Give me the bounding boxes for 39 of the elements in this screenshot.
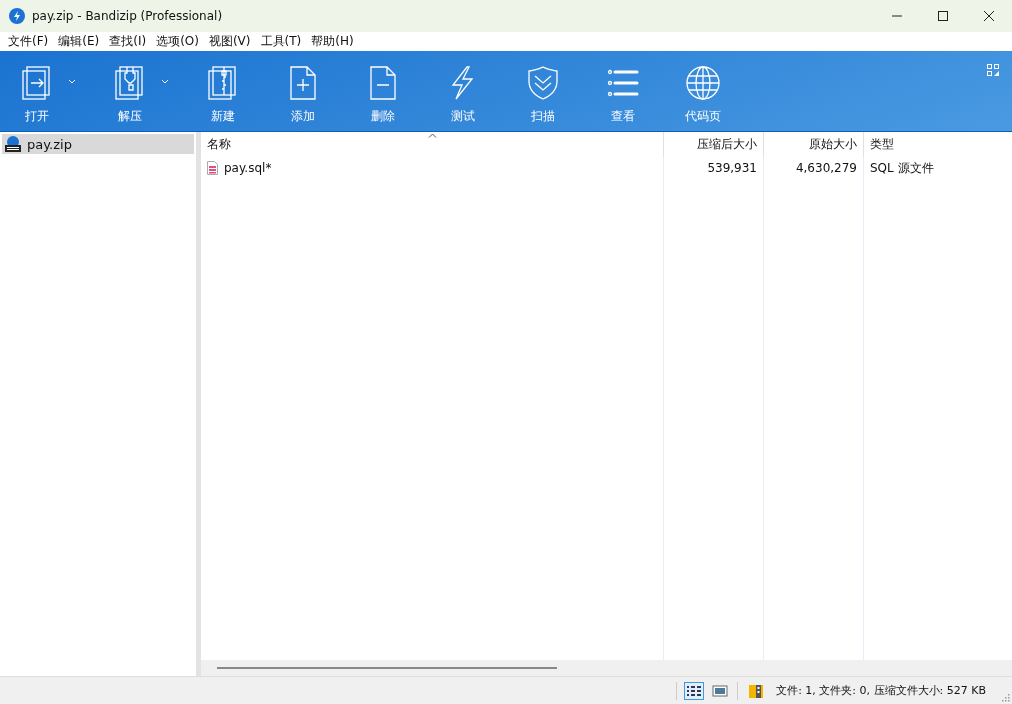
column-header[interactable]: 名称 [201,132,664,157]
shield-chevrons-icon [525,65,561,101]
menu-item[interactable]: 工具(T) [255,33,307,50]
sql-file-icon [207,161,218,175]
column-header[interactable]: 类型 [864,132,1012,157]
globe-icon [685,65,721,101]
zip-archive-icon [5,136,21,152]
app-icon [9,8,25,24]
caret-icon[interactable] [68,79,76,84]
column-header[interactable]: 原始大小 [764,132,864,157]
menu-item[interactable]: 编辑(E) [53,33,105,50]
toolbar-button[interactable]: 解压 [97,51,163,129]
file-row[interactable]: pay.sql* 539,931 4,630,279 SQL 源文件 [201,157,1012,179]
table-cell: 4,630,279 [795,161,857,175]
table-cell: pay.sql* [224,161,272,175]
toolbar-button[interactable]: 打开 [4,51,70,129]
toolbar-button[interactable]: 删除 [350,51,416,129]
toolbar-button[interactable]: 测试 [430,51,496,129]
layout-grid-icon[interactable] [987,64,999,76]
resize-grip-icon[interactable] [1000,692,1010,702]
toolbar-button[interactable]: 扫描 [510,51,576,129]
column-header[interactable]: 压缩后大小 [664,132,764,157]
toolbar-button[interactable]: 添加 [270,51,336,129]
menu-item[interactable]: 查找(I) [104,33,152,50]
menu-item[interactable]: 帮助(H) [306,33,359,50]
horizontal-scrollbar[interactable] [201,660,1012,676]
toolbar-button[interactable]: 查看 [590,51,656,129]
caret-icon[interactable] [161,79,169,84]
toolbar-button[interactable]: 新建 [190,51,256,129]
status-text: 文件: 1, 文件夹: 0, 压缩文件大小: 527 KB [776,683,986,698]
window-title: pay.zip - Bandizip (Professional) [32,9,223,23]
table-cell: SQL 源文件 [870,159,934,177]
menu-item[interactable]: 视图(V) [203,33,256,50]
tree-item[interactable]: pay.zip [2,134,194,154]
menu-item[interactable]: 选项(O) [151,33,204,50]
menu-item[interactable]: 文件(F) [3,33,54,50]
folder-zip-icon[interactable] [748,682,765,699]
details-view-icon[interactable] [684,681,705,700]
table-cell: 539,931 [707,161,757,175]
